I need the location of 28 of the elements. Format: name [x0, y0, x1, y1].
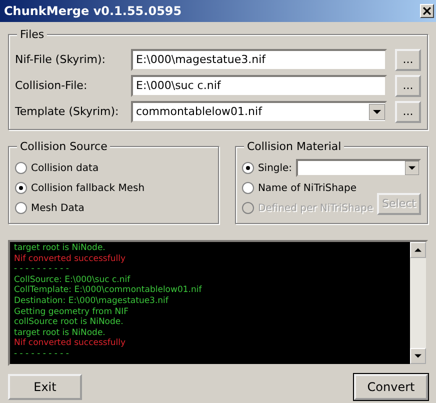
log-line: CollSource: E:\000\suc c.nif: [14, 274, 132, 286]
browse-button[interactable]: ...: [395, 101, 421, 123]
log-line: target root is NiNode.: [14, 243, 106, 254]
field-label: Collision-File:: [15, 78, 88, 94]
log-line: - - - - - - - - - -: [14, 348, 70, 360]
dropdown-field[interactable]: commontablelow01.nif: [131, 101, 387, 123]
radio-label: Mesh Data: [31, 202, 84, 216]
log-line: Nif converted successfully: [14, 254, 126, 264]
log-line: Getting geometry from NIF: [14, 306, 130, 318]
log-line: Nif converted successfully: [14, 338, 126, 349]
input-field[interactable]: E:\000\magestatue3.nif: [131, 49, 387, 71]
log-line: Destination: E:\000\magestatue3.nif: [14, 296, 170, 307]
radio-label: Single:: [258, 162, 292, 176]
radio-label: Collision data: [31, 162, 99, 176]
log-line: CollTemplate: E:\000\commontablelow01.nif: [14, 285, 203, 296]
exit-button[interactable]: Exit: [8, 374, 82, 400]
browse-button[interactable]: ...: [395, 49, 421, 71]
browse-button[interactable]: ...: [395, 75, 421, 97]
radio-label: Collision fallback Mesh: [31, 182, 145, 196]
log-line: - - - - - - - - - -: [14, 264, 70, 275]
log-line: target root is NiNode.: [14, 328, 106, 338]
field-label: Nif-File (Skyrim):: [15, 52, 106, 68]
convert-button[interactable]: Convert: [354, 374, 428, 400]
window-title: ChunkMerge v0.1.55.0595: [4, 3, 182, 20]
log-line: collSource root is NiNode.: [14, 317, 124, 328]
input-field[interactable]: E:\000\suc c.nif: [131, 75, 387, 97]
radio-label: Name of NiTriShape: [258, 182, 357, 196]
field-label: Template (Skyrim):: [15, 104, 120, 120]
